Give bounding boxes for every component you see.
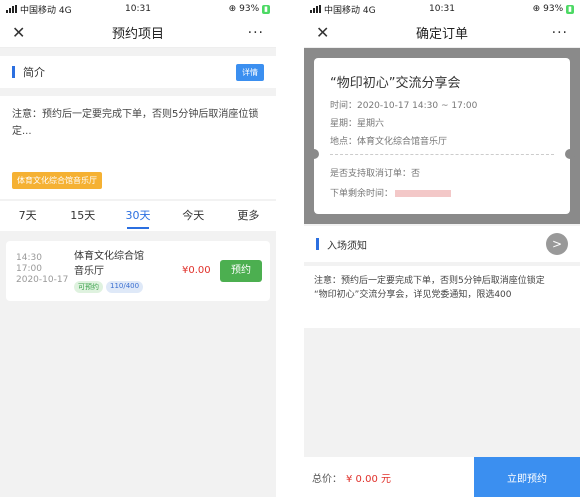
total-price: 总价： ¥ 0.00 元	[304, 457, 474, 497]
status-bar: 中国移动 4G 10:31 ⊕ 93% ▮	[0, 0, 276, 18]
tab-30-days[interactable]: 30天	[110, 201, 165, 231]
close-icon[interactable]: ✕	[316, 23, 336, 42]
ticket-notch-left	[309, 149, 319, 159]
more-icon[interactable]: ···	[244, 25, 264, 41]
entry-notice-label: 入场须知	[327, 240, 367, 252]
venue-tag[interactable]: 体育文化综合馆音乐厅	[12, 172, 102, 189]
intro-label: 简介	[23, 66, 45, 79]
total-amount: ¥ 0.00 元	[346, 473, 391, 485]
ticket-divider	[330, 154, 554, 155]
clock-text: 10:31	[429, 4, 455, 14]
details-button[interactable]: 详情	[236, 63, 264, 81]
entry-notice-text-2: “物印初心”交流分享会，详见党委通知，限选400	[314, 290, 512, 300]
carrier-text: 中国移动 4G	[324, 5, 376, 16]
signal-icon	[6, 5, 17, 13]
slot-end: 17:00	[16, 264, 42, 274]
entry-notice-section[interactable]: 入场须知 >	[304, 226, 580, 262]
submit-reservation-button[interactable]: 立即预约	[474, 457, 580, 497]
section-marker	[316, 238, 319, 250]
battery-icon: ▮	[262, 4, 270, 14]
checkout-bar: 总价： ¥ 0.00 元 立即预约	[304, 457, 580, 497]
battery-icon: ▮	[566, 4, 574, 14]
alarm-icon: ⊕	[228, 4, 237, 14]
capacity-badge: 110/400	[106, 281, 144, 293]
ticket-notch-right	[565, 149, 575, 159]
reserve-button[interactable]: 预约	[220, 260, 262, 282]
tab-15-days[interactable]: 15天	[55, 201, 110, 231]
slot-price: ¥0.00	[182, 265, 211, 276]
status-bar: 中国移动 4G 10:31 ⊕ 93% ▮	[304, 0, 580, 18]
reservation-list-screen: 中国移动 4G 10:31 ⊕ 93% ▮ ✕ 预约项目 ··· 简介 详情 注…	[0, 0, 276, 497]
slot-date: 2020-10-17	[16, 275, 69, 285]
tab-7-days[interactable]: 7天	[0, 201, 55, 231]
time-line: 时间：2020-10-17 14:30 ~ 17:00	[330, 101, 478, 111]
tab-today[interactable]: 今天	[166, 201, 221, 231]
event-title: “物印初心”交流分享会	[330, 76, 461, 91]
clock-text: 10:31	[125, 4, 151, 14]
nav-bar: ✕ 预约项目 ···	[0, 18, 276, 48]
slot-venue: 体育文化综合馆音乐厅	[74, 251, 144, 277]
battery-text: 93%	[239, 4, 260, 14]
entry-notice-body: 注意：预约后一定要完成下单，否则5分钟后取消座位锁定 “物印初心”交流分享会，详…	[304, 266, 580, 328]
weekday-line: 星期：星期六	[330, 119, 385, 129]
carrier-text: 中国移动 4G	[20, 5, 72, 16]
signal-icon	[310, 5, 321, 13]
page-title: 确定订单	[415, 27, 468, 42]
intro-section: 简介 详情	[0, 56, 276, 88]
section-marker	[12, 66, 15, 78]
close-icon[interactable]: ✕	[12, 23, 32, 42]
alarm-icon: ⊕	[532, 4, 541, 14]
entry-notice-text-1: 注意：预约后一定要完成下单，否则5分钟后取消座位锁定	[314, 276, 545, 286]
ticket-backdrop: “物印初心”交流分享会 时间：2020-10-17 14:30 ~ 17:00 …	[304, 48, 580, 224]
slot-time: 14:30 17:00 2020-10-17	[16, 253, 68, 286]
confirm-order-screen: 中国移动 4G 10:31 ⊕ 93% ▮ ✕ 确定订单 ··· “物印初心”交…	[304, 0, 580, 497]
notice-text: 注意：预约后一定要完成下单，否则5分钟后取消座位锁定...	[0, 96, 276, 164]
battery-text: 93%	[543, 4, 564, 14]
remain-line: 下单剩余时间：	[330, 186, 452, 199]
remain-label: 下单剩余时间：	[330, 189, 394, 199]
page-title: 预约项目	[111, 27, 164, 42]
place-line: 地点：体育文化综合馆音乐厅	[330, 137, 448, 147]
slot-start: 14:30	[16, 253, 42, 263]
total-label: 总价：	[312, 473, 342, 485]
more-icon[interactable]: ···	[548, 25, 568, 41]
availability-badge: 可预约	[74, 281, 103, 293]
chevron-right-icon[interactable]: >	[546, 233, 568, 255]
remain-time-redacted	[395, 190, 452, 197]
slot-chips: 可预约 110/400	[74, 281, 144, 293]
date-tabs: 7天 15天 30天 今天 更多	[0, 201, 276, 231]
order-ticket: “物印初心”交流分享会 时间：2020-10-17 14:30 ~ 17:00 …	[309, 58, 575, 214]
tab-more[interactable]: 更多	[221, 201, 276, 231]
venue-tag-row: 体育文化综合馆音乐厅	[0, 164, 276, 199]
slot-card[interactable]: 14:30 17:00 2020-10-17 体育文化综合馆音乐厅 可预约 11…	[6, 241, 270, 301]
cancel-line: 是否支持取消订单：否	[330, 169, 421, 179]
nav-bar: ✕ 确定订单 ···	[304, 18, 580, 48]
